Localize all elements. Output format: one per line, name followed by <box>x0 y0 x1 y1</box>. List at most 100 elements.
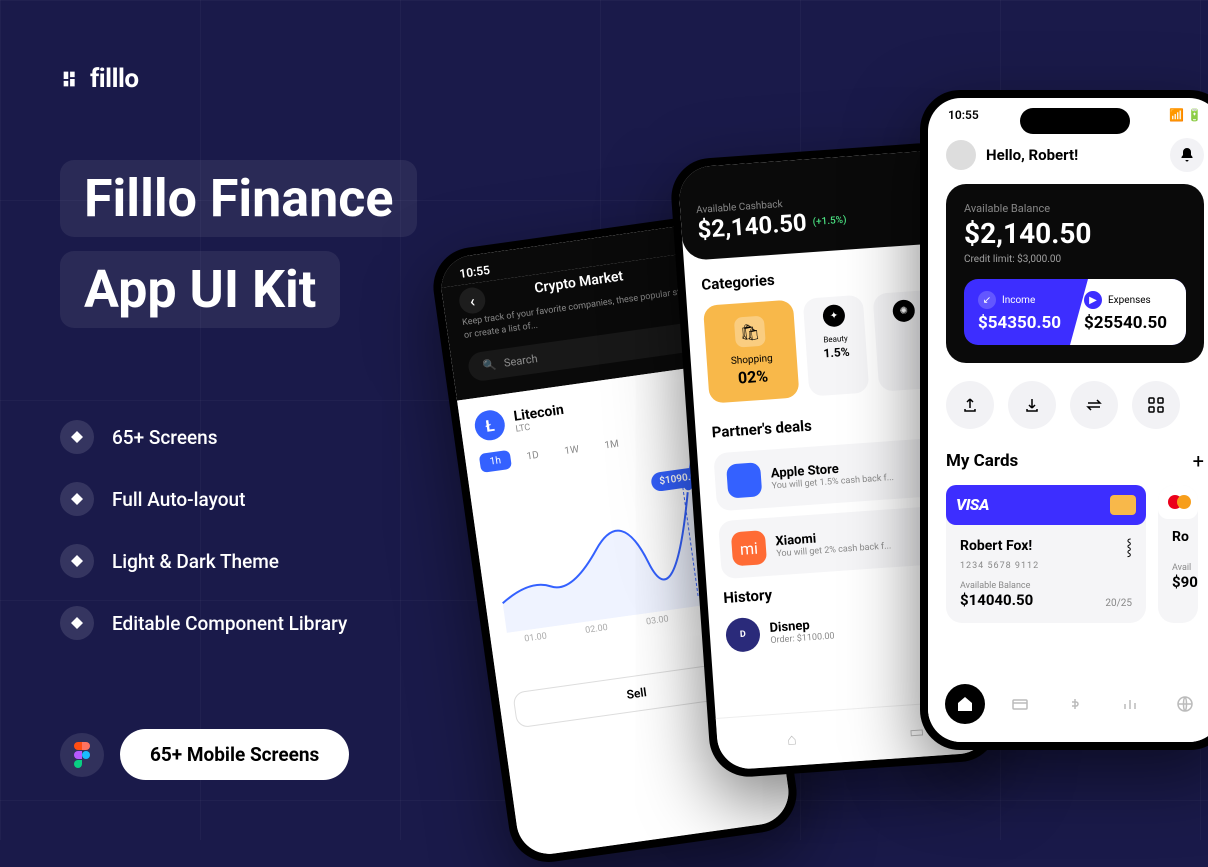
badge-row: 65+ Mobile Screens <box>60 729 349 780</box>
nav-cards[interactable] <box>1000 684 1040 724</box>
feature-list: 65+ Screens Full Auto-layout Light & Dar… <box>60 420 347 640</box>
nav-home[interactable] <box>945 684 985 724</box>
nav-home-icon[interactable]: ⌂ <box>777 725 807 755</box>
category-shopping[interactable]: 🛍 Shopping 02% <box>703 300 800 404</box>
feature-label: 65+ Screens <box>112 426 218 449</box>
x-tick: 02.00 <box>585 623 609 636</box>
rewards-icon: ✺ <box>892 299 915 322</box>
avatar[interactable] <box>946 140 976 170</box>
nav-globe[interactable] <box>1165 684 1205 724</box>
feature-item: 65+ Screens <box>60 420 347 454</box>
card-balance: $14040.50 <box>960 591 1033 609</box>
income-label: Income <box>1002 295 1035 306</box>
range-tab[interactable]: 1M <box>593 433 630 457</box>
card-brand: VISA <box>956 495 989 514</box>
search-icon: 🔍 <box>482 358 497 373</box>
credit-card[interactable]: VISA Robert Fox! ⸾ 1234 5678 9112 Availa… <box>946 485 1146 623</box>
xiaomi-icon: mi <box>731 530 767 566</box>
diamond-icon <box>60 420 94 454</box>
badge-pill: 65+ Mobile Screens <box>120 729 349 780</box>
balance-card: Available Balance $2,140.50 Credit limit… <box>946 184 1204 363</box>
expenses-box[interactable]: ▶ Expenses $25540.50 <box>1070 279 1186 345</box>
feature-label: Light & Dark Theme <box>112 550 279 573</box>
range-tab[interactable]: 1D <box>516 445 551 468</box>
send-button[interactable] <box>946 381 994 429</box>
phone-dashboard: 10:55 📶 🔋 Hello, Robert! Available Balan… <box>920 90 1208 750</box>
download-icon <box>1023 396 1041 414</box>
chip-icon <box>1110 495 1136 515</box>
feature-label: Editable Component Library <box>112 612 347 635</box>
dynamic-island <box>1020 108 1130 134</box>
home-icon <box>956 695 974 713</box>
card-icon <box>1011 695 1029 713</box>
add-card-button[interactable]: + <box>1193 449 1204 473</box>
diamond-icon <box>60 482 94 516</box>
balance-amount: $2,140.50 <box>964 217 1186 250</box>
section-my-cards: My Cards <box>946 451 1018 471</box>
headline-line-2: App UI Kit <box>60 251 340 328</box>
range-tab[interactable]: 1h <box>479 450 512 473</box>
card-balance-label: Avail <box>1172 563 1184 573</box>
litecoin-icon: Ł <box>473 409 507 443</box>
credit-limit: Credit limit: $3,000.00 <box>964 254 1186 265</box>
wallet-icon <box>1066 695 1084 713</box>
category-pct: 02% <box>719 365 786 389</box>
range-tab[interactable]: 1W <box>553 439 590 463</box>
income-box[interactable]: ↙ Income $54350.50 <box>964 279 1080 345</box>
card-balance-label: Available Balance <box>960 581 1033 591</box>
category-beauty[interactable]: ✦ Beauty 1.5% <box>803 295 870 397</box>
apple-icon <box>726 462 762 498</box>
upload-icon <box>961 396 979 414</box>
receive-button[interactable] <box>1008 381 1056 429</box>
category-name: Beauty <box>813 333 858 345</box>
brand-logo: filllo <box>60 64 139 94</box>
status-icons-right: 📶 🔋 <box>1169 108 1202 122</box>
notification-button[interactable] <box>1170 138 1204 172</box>
expenses-label: Expenses <box>1108 295 1151 306</box>
feature-item: Editable Component Library <box>60 606 347 640</box>
status-time: 10:55 <box>948 108 979 122</box>
back-button[interactable]: ‹ <box>458 286 487 315</box>
bell-icon <box>1179 147 1195 163</box>
balance-label: Available Balance <box>964 202 1186 215</box>
screen-title: Crypto Market <box>533 268 624 296</box>
tab-bar <box>928 672 1208 742</box>
card-holder: Robert Fox! <box>960 538 1032 554</box>
diamond-icon <box>60 606 94 640</box>
feature-item: Light & Dark Theme <box>60 544 347 578</box>
greeting: Hello, Robert! <box>986 146 1078 164</box>
income-value: $54350.50 <box>978 313 1066 333</box>
grid-icon <box>1147 396 1165 414</box>
credit-card-partial[interactable]: Ro Avail $90 <box>1158 485 1198 623</box>
x-tick: 03.00 <box>646 615 670 628</box>
x-tick: 01.00 <box>524 632 548 645</box>
feature-label: Full Auto-layout <box>112 488 245 511</box>
card-balance: $90 <box>1172 573 1184 591</box>
status-time: 10:55 <box>459 263 491 281</box>
search-placeholder: Search <box>503 352 538 370</box>
more-button[interactable] <box>1132 381 1180 429</box>
nav-wallet[interactable] <box>1055 684 1095 724</box>
diamond-icon <box>60 544 94 578</box>
expenses-icon: ▶ <box>1084 291 1102 309</box>
shopping-icon: 🛍 <box>734 316 766 348</box>
section-categories: Categories <box>701 259 944 294</box>
transfer-button[interactable] <box>1070 381 1118 429</box>
globe-icon <box>1176 695 1194 713</box>
expenses-value: $25540.50 <box>1084 313 1172 333</box>
brand-name: filllo <box>90 64 139 94</box>
contactless-icon: ⸾ <box>1126 535 1132 557</box>
headline: Filllo Finance App UI Kit <box>60 160 417 342</box>
card-number: 1234 5678 9112 <box>960 561 1132 571</box>
disney-icon: D <box>725 617 761 653</box>
cashback-pct: (+1.5%) <box>812 214 847 227</box>
nav-stats[interactable] <box>1110 684 1150 724</box>
category-pct: 1.5% <box>814 344 859 361</box>
figma-icon <box>60 733 104 777</box>
feature-item: Full Auto-layout <box>60 482 347 516</box>
income-icon: ↙ <box>978 291 996 309</box>
action-row <box>946 381 1204 429</box>
card-holder: Ro <box>1172 529 1184 545</box>
headline-line-1: Filllo Finance <box>60 160 417 237</box>
brand-mark <box>60 68 82 90</box>
